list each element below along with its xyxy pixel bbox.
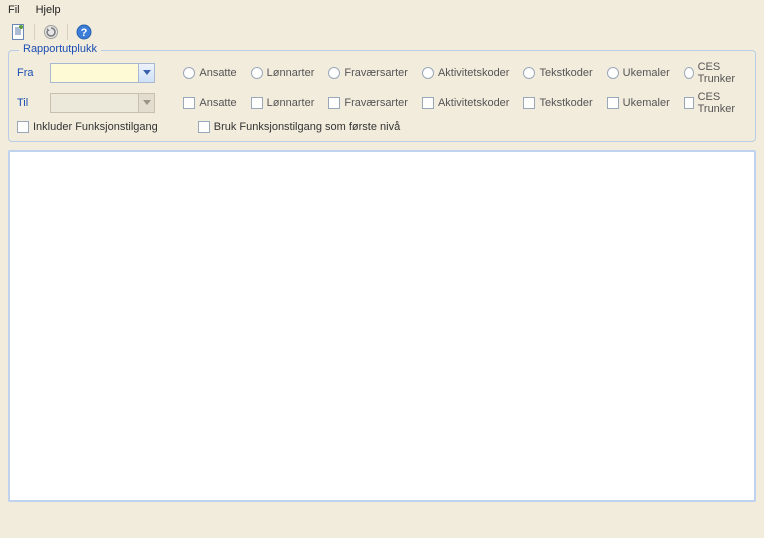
opt-label: Aktivitetskoder <box>438 67 510 79</box>
opt-label: Tekstkoder <box>539 97 592 109</box>
checkbox-to-ces-trunker[interactable]: CES Trunker <box>684 91 747 115</box>
radio-from-ukemaler[interactable]: Ukemaler <box>607 67 670 79</box>
refresh-icon[interactable] <box>41 22 61 42</box>
row-to: Til Ansatte Lønnarter Fraværsarter Aktiv… <box>17 91 747 115</box>
content-panel <box>8 150 756 502</box>
fieldset-legend: Rapportutplukk <box>19 43 101 55</box>
checkbox-to-fravaersarter[interactable]: Fraværsarter <box>328 97 408 109</box>
menubar: Fil Hjelp <box>0 0 764 20</box>
menu-help[interactable]: Hjelp <box>36 4 61 16</box>
opt-label: Lønnarter <box>267 67 315 79</box>
radio-from-fravaersarter[interactable]: Fraværsarter <box>328 67 408 79</box>
opt-label: Lønnarter <box>267 97 315 109</box>
toolbar: ? <box>0 20 764 46</box>
radio-from-tekstkoder[interactable]: Tekstkoder <box>523 67 592 79</box>
extras-row: Inkluder Funksjonstilgang Bruk Funksjons… <box>17 121 747 133</box>
to-checkbox-group: Ansatte Lønnarter Fraværsarter Aktivitet… <box>183 91 747 115</box>
opt-label: Ukemaler <box>623 67 670 79</box>
dropdown-to <box>50 93 155 113</box>
opt-label: Ansatte <box>199 67 236 79</box>
menu-file[interactable]: Fil <box>8 4 20 16</box>
checkbox-to-lonnarter[interactable]: Lønnarter <box>251 97 315 109</box>
opt-label: Inkluder Funksjonstilgang <box>33 121 158 133</box>
svg-text:?: ? <box>81 27 88 39</box>
radio-from-aktivitetskoder[interactable]: Aktivitetskoder <box>422 67 510 79</box>
opt-label: Fraværsarter <box>344 97 408 109</box>
opt-label: Tekstkoder <box>539 67 592 79</box>
radio-from-lonnarter[interactable]: Lønnarter <box>251 67 315 79</box>
radio-from-ansatte[interactable]: Ansatte <box>183 67 236 79</box>
checkbox-to-ansatte[interactable]: Ansatte <box>183 97 236 109</box>
help-icon[interactable]: ? <box>74 22 94 42</box>
label-from: Fra <box>17 67 44 79</box>
checkbox-to-ukemaler[interactable]: Ukemaler <box>607 97 670 109</box>
opt-label: Bruk Funksjonstilgang som første nivå <box>214 121 400 133</box>
rapportutplukk-fieldset: Rapportutplukk Fra Ansatte Lønnarter Fra… <box>8 50 756 142</box>
from-radio-group: Ansatte Lønnarter Fraværsarter Aktivitet… <box>183 61 747 85</box>
opt-label: CES Trunker <box>698 91 747 115</box>
checkbox-include-funksjonstilgang[interactable]: Inkluder Funksjonstilgang <box>17 121 158 133</box>
checkbox-to-aktivitetskoder[interactable]: Aktivitetskoder <box>422 97 510 109</box>
opt-label: Fraværsarter <box>344 67 408 79</box>
opt-label: Ukemaler <box>623 97 670 109</box>
dropdown-from-value <box>51 67 138 79</box>
opt-label: Aktivitetskoder <box>438 97 510 109</box>
dropdown-from[interactable] <box>50 63 155 83</box>
chevron-down-icon[interactable] <box>138 64 154 82</box>
opt-label: CES Trunker <box>698 61 747 85</box>
row-from: Fra Ansatte Lønnarter Fraværsarter Aktiv… <box>17 61 747 85</box>
chevron-down-icon <box>138 94 154 112</box>
radio-from-ces-trunker[interactable]: CES Trunker <box>684 61 747 85</box>
toolbar-separator <box>34 24 35 40</box>
checkbox-bruk-funksjonstilgang[interactable]: Bruk Funksjonstilgang som første nivå <box>198 121 400 133</box>
checkbox-to-tekstkoder[interactable]: Tekstkoder <box>523 97 592 109</box>
toolbar-separator <box>67 24 68 40</box>
label-to: Til <box>17 97 44 109</box>
doc-icon[interactable] <box>8 22 28 42</box>
opt-label: Ansatte <box>199 97 236 109</box>
